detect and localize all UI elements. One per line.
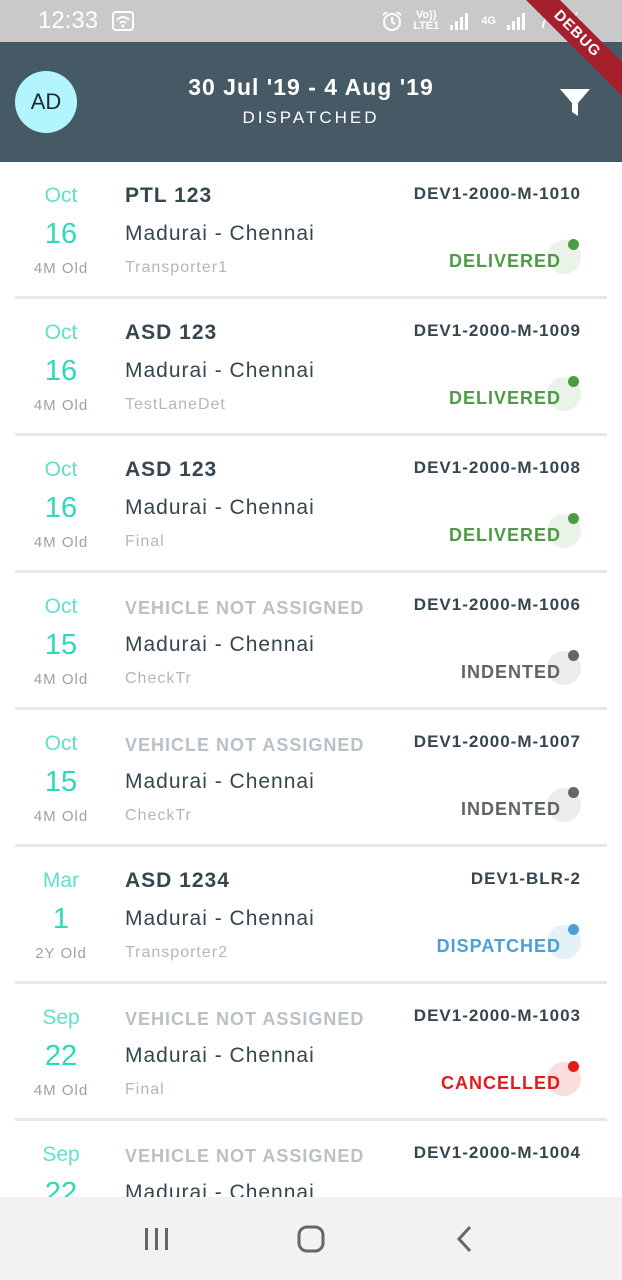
recent-apps-icon[interactable] — [127, 1209, 187, 1269]
shipment-code: DEV1-2000-M-1007 — [413, 732, 581, 751]
signal-icon — [449, 11, 471, 31]
network-4g-label: 4G — [481, 14, 496, 27]
shipment-route: Madurai - Chennai — [125, 1181, 315, 1197]
shipment-age: 4M Old — [33, 671, 89, 688]
shipment-card[interactable]: Oct 15 4M Old VEHICLE NOT ASSIGNED Madur… — [15, 573, 607, 710]
vehicle-number: VEHICLE NOT ASSIGNED — [125, 735, 365, 755]
shipment-card[interactable]: Oct 15 4M Old VEHICLE NOT ASSIGNED Madur… — [15, 710, 607, 847]
navigation-bar — [0, 1197, 622, 1280]
vehicle-number: ASD 123 — [125, 458, 218, 481]
shipment-month: Oct — [44, 458, 78, 481]
shipment-month: Oct — [44, 732, 78, 755]
status-dot-icon — [568, 1061, 579, 1072]
shipment-day: 1 — [52, 903, 70, 935]
shipment-age: 4M Old — [33, 397, 89, 414]
transporter-name: Transporter2 — [125, 944, 228, 961]
wifi-icon — [112, 11, 135, 31]
shipment-month: Oct — [44, 184, 78, 207]
signal-icon-2 — [506, 11, 528, 31]
alarm-icon — [381, 10, 403, 32]
shipment-card[interactable]: Oct 16 4M Old ASD 123 Madurai - Chennai … — [15, 436, 607, 573]
status-badge: DELIVERED — [448, 251, 561, 271]
shipment-month: Oct — [44, 321, 78, 344]
shipment-route: Madurai - Chennai — [125, 496, 315, 519]
shipment-day: 16 — [44, 492, 78, 524]
shipment-code: DEV1-2000-M-1010 — [413, 184, 581, 203]
vehicle-number: ASD 1234 — [125, 869, 230, 892]
shipment-code: DEV1-2000-M-1003 — [413, 1006, 581, 1025]
status-dot-icon — [568, 650, 579, 661]
volte-label: Vo)) LTE1 — [413, 9, 440, 32]
transporter-name: CheckTr — [125, 670, 192, 687]
home-icon[interactable] — [281, 1209, 341, 1269]
status-badge: INDENTED — [460, 662, 561, 682]
shipment-day: 16 — [44, 218, 78, 250]
shipment-route: Madurai - Chennai — [125, 633, 315, 656]
shipment-route: Madurai - Chennai — [125, 1044, 315, 1067]
shipment-age: 4M Old — [33, 808, 89, 825]
shipment-card[interactable]: Oct 16 4M Old PTL 123 Madurai - Chennai … — [15, 162, 607, 299]
shipment-day: 22 — [44, 1177, 78, 1197]
shipment-month: Sep — [42, 1143, 80, 1166]
status-time: 12:33 — [38, 7, 99, 34]
shipment-code: DEV1-BLR-2 — [470, 869, 581, 888]
shipment-day: 15 — [44, 629, 78, 661]
app-bar: AD 30 Jul '19 - 4 Aug '19 DISPATCHED — [0, 42, 622, 162]
shipment-age: 2Y Old — [35, 945, 87, 962]
status-bar: 12:33 Vo))LTE1 4G 76% — [0, 0, 622, 42]
shipment-code: DEV1-2000-M-1006 — [413, 595, 581, 614]
shipment-route: Madurai - Chennai — [125, 907, 315, 930]
shipment-card[interactable]: Mar 1 2Y Old ASD 1234 Madurai - Chennai … — [15, 847, 607, 984]
shipment-day: 15 — [44, 766, 78, 798]
shipment-age: 4M Old — [33, 1082, 89, 1099]
vehicle-number: PTL 123 — [125, 184, 213, 207]
status-dot-icon — [568, 376, 579, 387]
status-dot-icon — [568, 239, 579, 250]
shipment-age: 4M Old — [33, 260, 89, 277]
shipment-month: Oct — [44, 595, 78, 618]
shipment-route: Madurai - Chennai — [125, 359, 315, 382]
vehicle-number: VEHICLE NOT ASSIGNED — [125, 1146, 365, 1166]
transporter-name: Transporter1 — [125, 259, 228, 276]
date-range-title[interactable]: 30 Jul '19 - 4 Aug '19 — [0, 74, 622, 101]
transporter-name: Final — [125, 533, 165, 550]
shipment-day: 22 — [44, 1040, 78, 1072]
transporter-name: CheckTr — [125, 807, 192, 824]
shipment-month: Mar — [42, 869, 80, 892]
status-badge: DELIVERED — [448, 388, 561, 408]
status-badge: DELIVERED — [448, 525, 561, 545]
vehicle-number: ASD 123 — [125, 321, 218, 344]
status-badge: INDENTED — [460, 799, 561, 819]
vehicle-number: VEHICLE NOT ASSIGNED — [125, 598, 365, 618]
status-filter-subtitle: DISPATCHED — [242, 108, 380, 127]
status-badge: CANCELLED — [441, 1073, 561, 1093]
shipment-age: 4M Old — [33, 534, 89, 551]
status-dot-icon — [568, 924, 579, 935]
status-dot-icon — [568, 787, 579, 798]
status-badge: DISPATCHED — [436, 936, 561, 956]
shipment-route: Madurai - Chennai — [125, 770, 315, 793]
transporter-name: Final — [125, 1081, 165, 1098]
shipment-card[interactable]: Sep 22 4M Old VEHICLE NOT ASSIGNED Madur… — [15, 1121, 607, 1197]
filter-icon[interactable] — [558, 86, 592, 120]
shipment-day: 16 — [44, 355, 78, 387]
vehicle-number: VEHICLE NOT ASSIGNED — [125, 1009, 365, 1029]
shipment-list[interactable]: Oct 16 4M Old PTL 123 Madurai - Chennai … — [0, 162, 622, 1197]
shipment-code: DEV1-2000-M-1009 — [413, 321, 581, 340]
transporter-name: TestLaneDet — [125, 396, 226, 413]
shipment-code: DEV1-2000-M-1004 — [413, 1143, 581, 1162]
back-icon[interactable] — [435, 1209, 495, 1269]
shipment-card[interactable]: Oct 16 4M Old ASD 123 Madurai - Chennai … — [15, 299, 607, 436]
shipment-card[interactable]: Sep 22 4M Old VEHICLE NOT ASSIGNED Madur… — [15, 984, 607, 1121]
status-dot-icon — [568, 513, 579, 524]
shipment-month: Sep — [42, 1006, 80, 1029]
shipment-route: Madurai - Chennai — [125, 222, 315, 245]
shipment-code: DEV1-2000-M-1008 — [413, 458, 581, 477]
